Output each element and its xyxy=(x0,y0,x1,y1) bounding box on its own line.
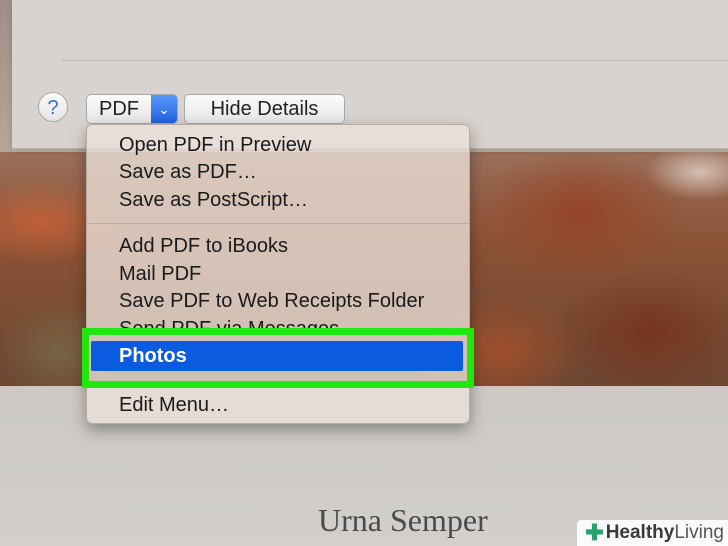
menu-item-save-as-pdf[interactable]: Save as PDF… xyxy=(119,159,257,185)
menu-item-save-pdf-to-web-receipts[interactable]: Save PDF to Web Receipts Folder xyxy=(119,288,424,314)
menu-separator xyxy=(87,223,469,224)
plus-icon: ✚ xyxy=(585,520,604,545)
background-edge xyxy=(0,0,12,160)
pdf-menu-button[interactable]: PDF ⌄ xyxy=(86,94,178,124)
hide-details-button[interactable]: Hide Details xyxy=(184,94,345,124)
document-title: Urna Semper xyxy=(318,502,488,538)
menu-item-save-as-postscript[interactable]: Save as PostScript… xyxy=(119,187,308,213)
menu-item-open-pdf-in-preview[interactable]: Open PDF in Preview xyxy=(119,132,311,158)
menu-item-add-pdf-to-ibooks[interactable]: Add PDF to iBooks xyxy=(119,233,288,259)
watermark: ✚ HealthyLiving xyxy=(577,520,728,546)
highlight-annotation-box xyxy=(82,328,474,388)
pdf-button-label: PDF xyxy=(99,98,139,120)
menu-item-mail-pdf[interactable]: Mail PDF xyxy=(119,261,201,287)
divider xyxy=(62,60,728,61)
chevron-down-icon[interactable]: ⌄ xyxy=(151,95,177,123)
menu-item-edit-menu[interactable]: Edit Menu… xyxy=(119,392,229,418)
help-button[interactable]: ? xyxy=(38,92,68,122)
watermark-text: HealthyLiving xyxy=(605,522,724,543)
